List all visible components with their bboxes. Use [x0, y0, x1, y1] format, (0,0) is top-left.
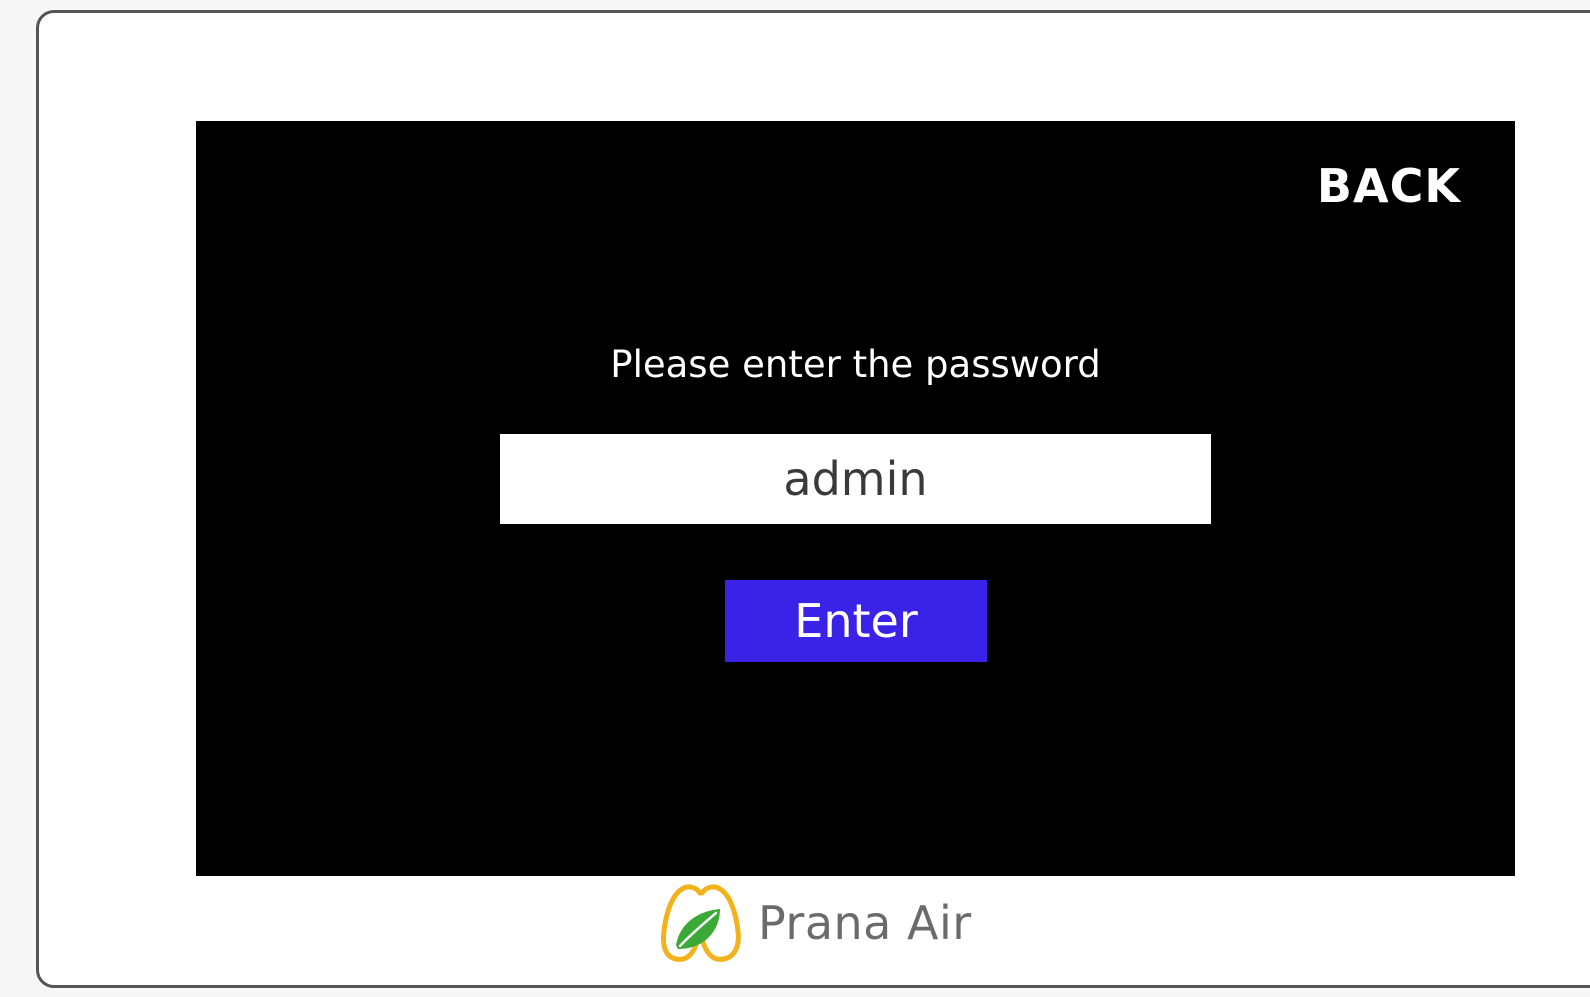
password-prompt: Please enter the password — [610, 343, 1101, 386]
lungs-leaf-logo-icon — [661, 884, 741, 962]
device-frame: BACK Please enter the password Enter — [36, 10, 1590, 988]
password-field[interactable] — [500, 434, 1211, 524]
brand-logo-area: Prana Air — [660, 883, 972, 963]
enter-button[interactable]: Enter — [725, 580, 987, 662]
touch-screen: BACK Please enter the password Enter — [196, 121, 1515, 876]
back-button[interactable]: BACK — [1317, 159, 1461, 213]
brand-name: Prana Air — [758, 896, 972, 950]
